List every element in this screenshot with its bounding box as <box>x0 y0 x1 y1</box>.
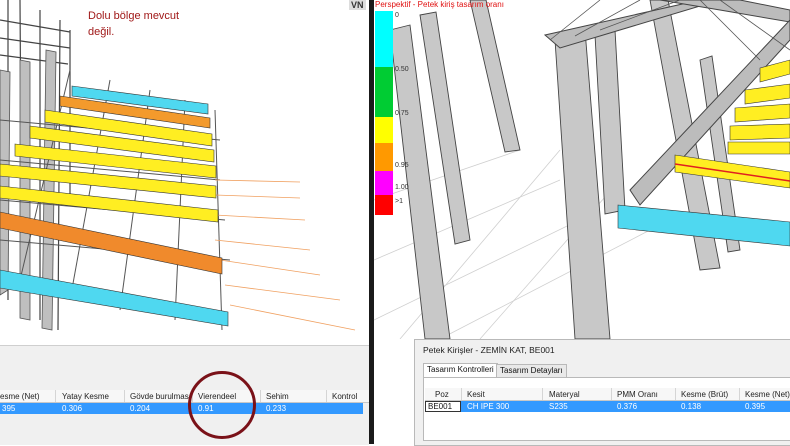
legend-label: 0.50 <box>395 66 409 73</box>
right-3d-model-view[interactable] <box>0 0 790 339</box>
col-header[interactable]: Materyal <box>549 390 580 399</box>
beam-details-dialog: Petek Kirişler - ZEMİN KAT, BE001 Tasarı… <box>414 339 790 446</box>
legend-label: 1.00 <box>395 184 409 191</box>
legend-swatch <box>375 67 393 117</box>
legend-swatch <box>375 11 393 67</box>
table-row[interactable]: BE001 CH IPE 300 S235 0.376 0.138 0.395 <box>425 401 790 412</box>
dialog-title: Petek Kirişler - ZEMİN KAT, BE001 <box>423 345 555 355</box>
legend-swatch <box>375 171 393 195</box>
cell: S235 <box>549 402 568 411</box>
cell: 0.138 <box>681 402 702 411</box>
col-header[interactable]: Yatay Kesme <box>62 392 109 401</box>
cell-id[interactable]: BE001 <box>425 401 461 412</box>
col-header[interactable]: Kesme (Net) <box>745 390 790 399</box>
legend-swatch <box>375 195 393 215</box>
left-results-panel: esme (Net) Yatay Kesme Gövde burulması V… <box>0 345 369 445</box>
legend-label: 0 <box>395 12 399 19</box>
col-header[interactable]: Kontrol <box>332 392 357 401</box>
legend-label: 0.95 <box>395 162 409 169</box>
col-header[interactable]: Kesit <box>467 390 485 399</box>
tab-design-checks[interactable]: Tasarım Kontrolleri <box>423 363 498 378</box>
right-grid-header: Poz Kesit Materyal PMM Oranı Kesme (Brüt… <box>425 388 790 401</box>
col-header[interactable]: Sehim <box>266 392 289 401</box>
legend-bar <box>375 11 393 215</box>
col-header[interactable]: esme (Net) <box>0 392 40 401</box>
legend-label: >1 <box>395 198 403 205</box>
legend-swatch <box>375 143 393 171</box>
col-header[interactable]: Poz <box>435 390 449 399</box>
cell: 395 <box>2 404 16 413</box>
viewport-toolbar[interactable]: VN <box>349 0 366 10</box>
cell: 0.306 <box>62 404 83 413</box>
cell: 0.233 <box>266 404 287 413</box>
cell: 0.376 <box>617 402 638 411</box>
legend-swatch <box>375 117 393 143</box>
legend-title: Perspektif - Petek kiriş tasarım oranı <box>375 0 504 9</box>
left-grid-header: esme (Net) Yatay Kesme Gövde burulması V… <box>0 390 369 403</box>
col-header[interactable]: Gövde burulması <box>130 392 191 401</box>
highlight-circle <box>188 371 256 439</box>
cell: CH IPE 300 <box>467 402 510 411</box>
cell: 0.395 <box>745 402 766 411</box>
col-header[interactable]: PMM Oranı <box>617 390 658 399</box>
col-header[interactable]: Kesme (Brüt) <box>681 390 728 399</box>
table-row[interactable]: 395 0.306 0.204 0.91 0.233 <box>0 403 363 414</box>
legend-label: 0.75 <box>395 110 409 117</box>
tab-design-details[interactable]: Tasarım Detayları <box>496 364 567 377</box>
cell: BE001 <box>428 402 453 411</box>
cell: 0.204 <box>130 404 151 413</box>
